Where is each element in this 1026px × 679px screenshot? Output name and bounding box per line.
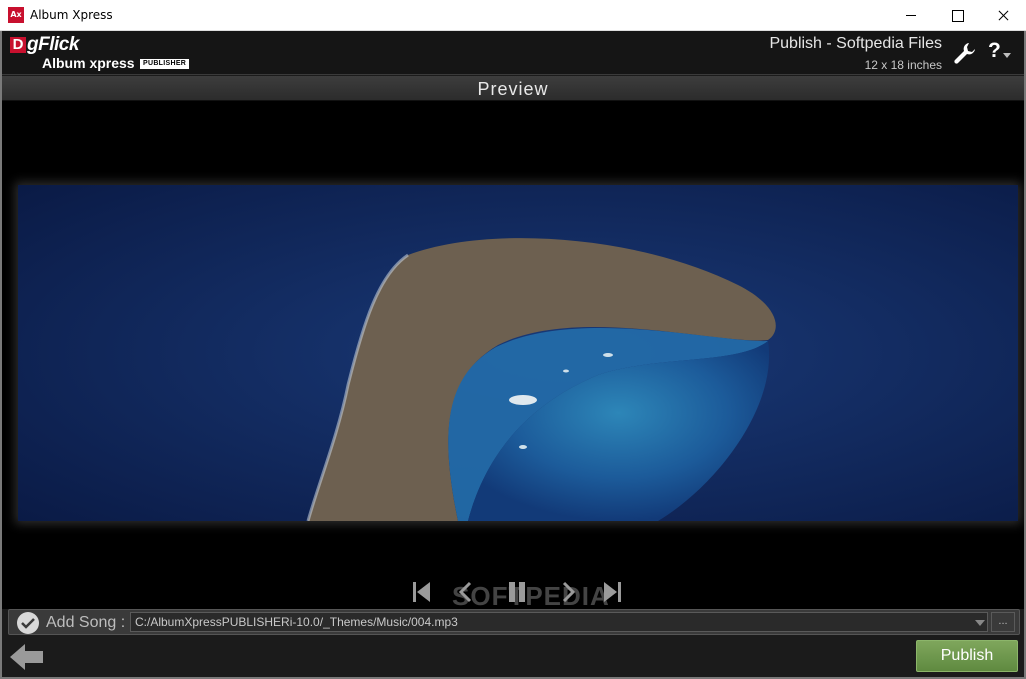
publish-button[interactable]: Publish: [916, 640, 1018, 672]
question-mark-glyph: ?: [988, 39, 1001, 62]
app-header: D gFlick Album xpress PUBLISHER Publish …: [2, 31, 1024, 75]
browse-button[interactable]: ...: [991, 612, 1015, 632]
minimize-button[interactable]: [888, 0, 934, 31]
app-icon: Ax: [8, 7, 24, 23]
back-arrow-icon[interactable]: [8, 642, 46, 672]
maximize-button[interactable]: [934, 0, 980, 31]
logo-product: Album xpress: [42, 55, 135, 71]
logo-letter: D: [10, 37, 26, 53]
wrench-icon[interactable]: [952, 40, 978, 66]
window-titlebar: Ax Album Xpress: [0, 0, 1026, 31]
skip-to-end-icon[interactable]: [596, 577, 626, 607]
previous-icon[interactable]: [452, 577, 482, 607]
preview-bar: Preview: [2, 76, 1024, 101]
preview-title: Preview: [477, 79, 549, 99]
song-path-select[interactable]: C:/AlbumXpressPUBLISHERi-10.0/_Themes/Mu…: [130, 612, 988, 632]
window-title: Album Xpress: [30, 8, 113, 22]
dgflick-logo: D gFlick Album xpress PUBLISHER: [8, 33, 198, 73]
footer: Publish: [2, 635, 1024, 677]
add-song-label: Add Song :: [46, 614, 126, 631]
preview-photo: [18, 185, 1018, 521]
logo-brand: gFlick: [27, 34, 79, 55]
playback-controls: [402, 577, 632, 607]
app-window: D gFlick Album xpress PUBLISHER Publish …: [0, 31, 1026, 679]
checkmark-icon[interactable]: [16, 611, 40, 635]
skip-to-start-icon[interactable]: [408, 577, 438, 607]
add-song-bar: Add Song : C:/AlbumXpressPUBLISHERi-10.0…: [8, 609, 1020, 635]
close-button[interactable]: [980, 0, 1026, 31]
logo-badge: PUBLISHER: [140, 59, 190, 69]
pause-icon[interactable]: [502, 577, 532, 607]
help-icon[interactable]: ?: [986, 39, 1016, 67]
chevron-down-icon[interactable]: [975, 620, 985, 626]
project-title: Publish - Softpedia Files: [769, 35, 942, 52]
project-size: 12 x 18 inches: [864, 58, 942, 72]
preview-stage: SOFTPEDIA: [2, 101, 1024, 609]
next-icon[interactable]: [552, 577, 582, 607]
chevron-down-icon: [1003, 53, 1011, 58]
